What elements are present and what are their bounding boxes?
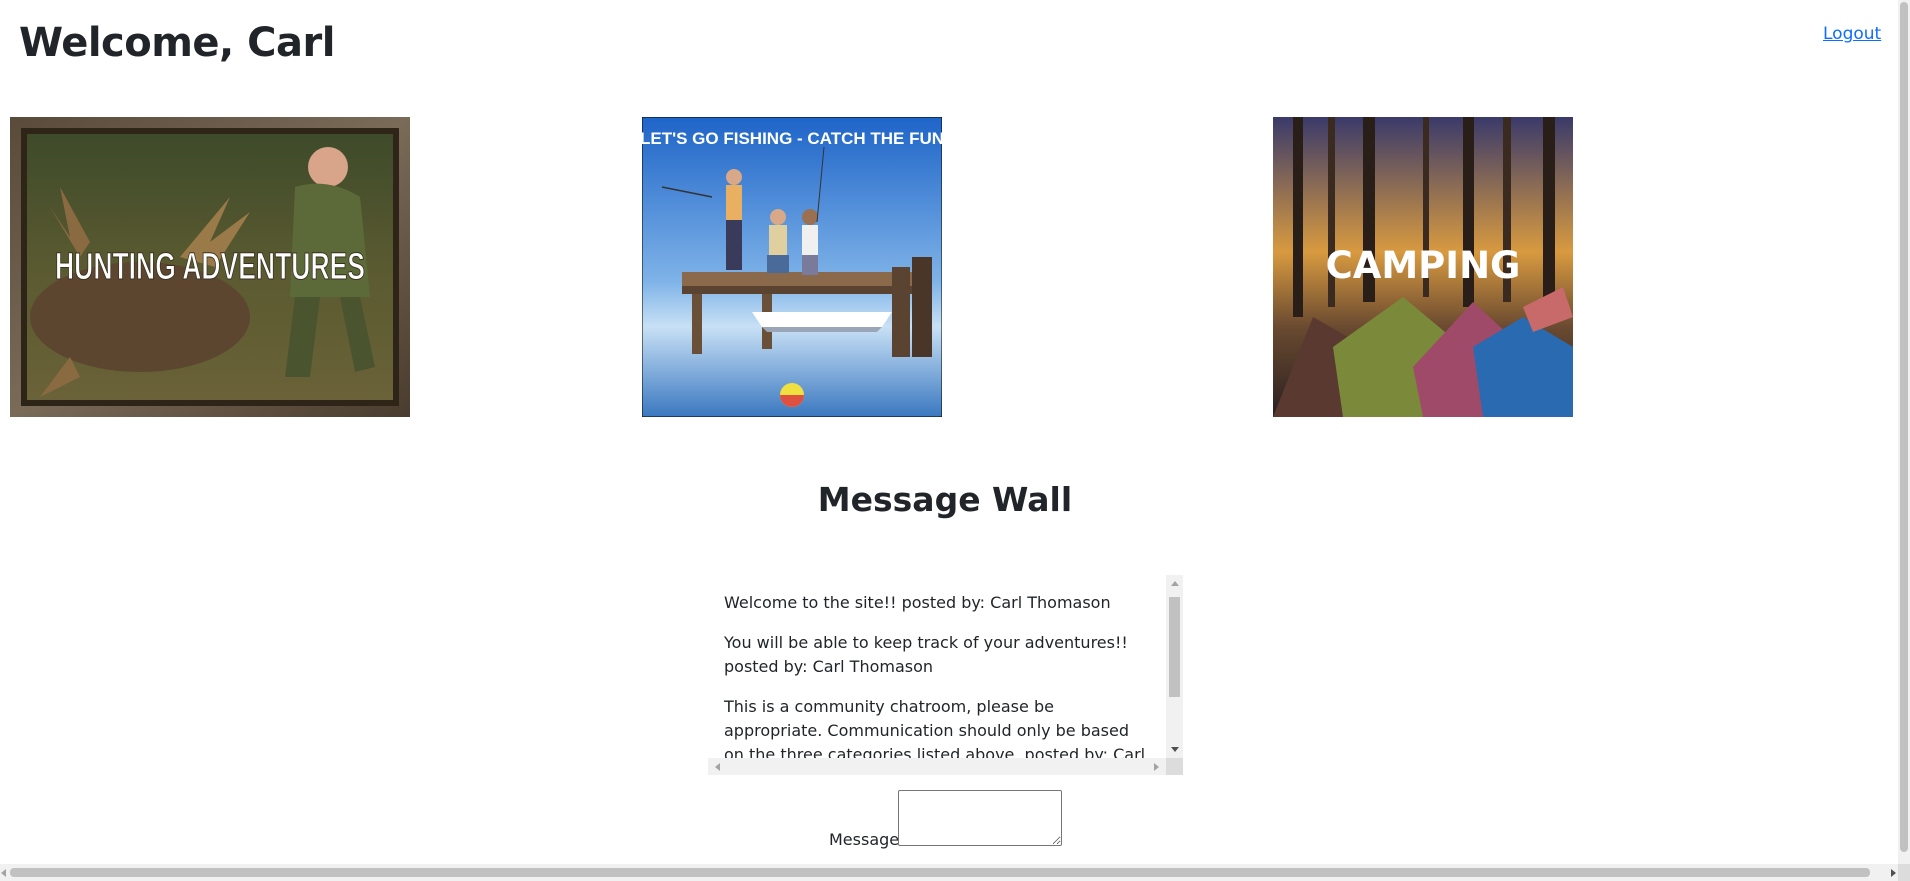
page-scroll-left-arrow-icon[interactable] xyxy=(1,869,6,877)
page-vertical-scrollbar[interactable] xyxy=(1898,0,1910,864)
scrollbar-corner xyxy=(1166,758,1183,775)
scroll-thumb[interactable] xyxy=(1169,597,1180,697)
page: Welcome, Carl Logout LET'S GO FISHING - … xyxy=(0,0,1910,881)
fishing-image: LET'S GO FISHING - CATCH THE FUN xyxy=(642,117,942,417)
welcome-heading: Welcome, Carl xyxy=(19,20,335,66)
page-scrollbar-corner xyxy=(1898,864,1910,881)
scroll-up-arrow-icon[interactable] xyxy=(1171,581,1179,586)
camping-category-tile[interactable]: CAMPING xyxy=(1273,117,1573,417)
message-list: Welcome to the site!! posted by: Carl Th… xyxy=(724,591,1154,761)
camping-image: CAMPING xyxy=(1273,117,1573,417)
message-input-label: Message: xyxy=(829,830,905,849)
fishing-category-tile[interactable]: LET'S GO FISHING - CATCH THE FUN xyxy=(642,117,942,417)
page-scroll-right-arrow-icon[interactable] xyxy=(1891,869,1896,877)
message-item: This is a community chatroom, please be … xyxy=(724,697,1146,761)
message-wall-horizontal-scrollbar[interactable] xyxy=(708,758,1166,775)
message-wall-box[interactable]: Welcome to the site!! posted by: Carl Th… xyxy=(708,575,1183,775)
scroll-down-arrow-icon[interactable] xyxy=(1171,747,1179,752)
page-scroll-thumb[interactable] xyxy=(1900,2,1908,852)
camping-title: CAMPING xyxy=(1326,244,1521,287)
scroll-right-arrow-icon[interactable] xyxy=(1154,763,1159,771)
message-wall-vertical-scrollbar[interactable] xyxy=(1166,575,1183,758)
fishing-title: LET'S GO FISHING - CATCH THE FUN xyxy=(642,129,942,148)
scroll-left-arrow-icon[interactable] xyxy=(715,763,720,771)
message-input[interactable] xyxy=(898,790,1062,846)
message-wall-title: Message Wall xyxy=(817,480,1073,519)
message-item: Welcome to the site!! posted by: Carl Th… xyxy=(724,593,1111,612)
hunting-image xyxy=(10,117,410,417)
hunting-category-tile[interactable] xyxy=(10,117,410,417)
message-item: You will be able to keep track of your a… xyxy=(724,633,1128,676)
page-horizontal-scroll-thumb[interactable] xyxy=(10,868,1870,877)
logout-link[interactable]: Logout xyxy=(1823,24,1881,44)
page-horizontal-scrollbar[interactable] xyxy=(0,864,1898,881)
